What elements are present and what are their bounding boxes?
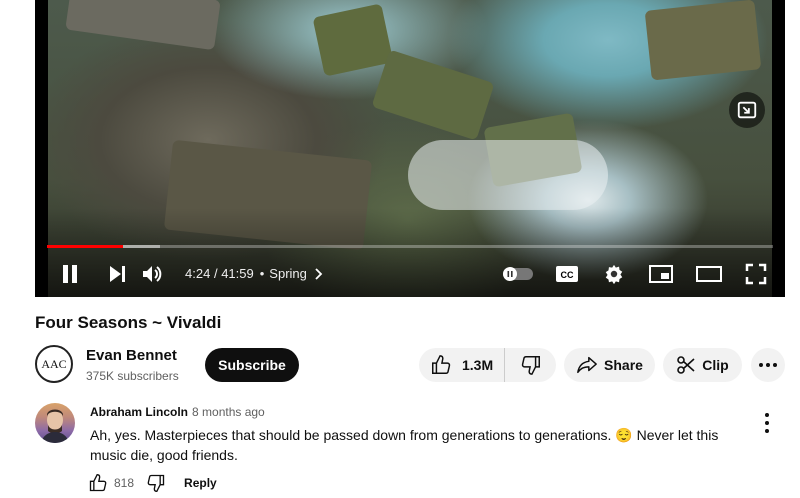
player-controls: 4:24 / 41:59 • Spring CC [35, 250, 785, 297]
menu-dot [765, 429, 769, 433]
fullscreen-button[interactable] [733, 250, 779, 297]
progress-played [47, 245, 124, 248]
video-title: Four Seasons ~ Vivaldi [35, 313, 222, 332]
share-button[interactable]: Share [564, 348, 655, 382]
channel-avatar[interactable]: AAC [35, 345, 73, 383]
subscriber-count: 375K subscribers [86, 369, 179, 383]
share-arrow-icon [577, 356, 597, 374]
dislike-button[interactable] [505, 348, 556, 382]
settings-gear-icon [605, 264, 623, 284]
picture-in-picture-icon [737, 101, 757, 119]
like-button[interactable]: 1.3M [419, 348, 505, 382]
chevron-right-icon [315, 267, 323, 280]
captions-icon: CC [556, 265, 578, 282]
player-right-controls: CC [493, 250, 779, 297]
theater-mode-icon [696, 265, 722, 282]
volume-icon [143, 265, 162, 282]
subscribe-button[interactable]: Subscribe [205, 348, 299, 382]
like-dislike-group: 1.3M [419, 348, 556, 382]
thumbs-up-icon [432, 355, 451, 374]
clip-label: Clip [702, 357, 729, 373]
clip-button[interactable]: Clip [663, 348, 742, 382]
comment-text: Ah, yes. Masterpieces that should be pas… [90, 427, 719, 463]
pause-button[interactable] [35, 250, 105, 297]
picture-in-picture-button[interactable] [729, 92, 765, 128]
reply-button[interactable]: Reply [184, 476, 217, 490]
comment-author-avatar[interactable] [35, 403, 75, 443]
chapter-button[interactable]: • Spring [260, 266, 325, 281]
miniplayer-icon [649, 264, 673, 283]
comment-dislike-icon[interactable] [146, 473, 166, 493]
menu-dot [765, 421, 769, 425]
settings-button[interactable] [591, 250, 637, 297]
channel-avatar-text: AAC [41, 356, 67, 371]
comment-menu-button[interactable] [760, 413, 774, 433]
current-time: 4:24 [185, 266, 211, 281]
scissors-icon [677, 356, 695, 374]
channel-name[interactable]: Evan Bennet [86, 347, 177, 364]
next-icon [110, 265, 125, 282]
time-display: 4:24 / 41:59 [185, 266, 254, 281]
captions-label: CC [561, 270, 574, 280]
next-button[interactable] [105, 250, 129, 297]
duration: 41:59 [221, 266, 254, 281]
theater-mode-button[interactable] [685, 250, 733, 297]
more-horizontal-icon [759, 363, 777, 367]
pause-icon [63, 264, 77, 283]
video-player[interactable]: 4:24 / 41:59 • Spring CC [35, 0, 785, 297]
chapter-label: Spring [269, 266, 307, 281]
menu-dot [765, 413, 769, 417]
thumbs-down-icon [521, 356, 540, 375]
comment-author: Abraham Lincoln 8 months ago [90, 405, 265, 419]
volume-button[interactable] [129, 250, 175, 297]
more-actions-button[interactable] [751, 348, 785, 382]
comment-like-icon[interactable] [88, 473, 108, 493]
comment-timestamp[interactable]: 8 months ago [192, 405, 265, 419]
progress-bar[interactable] [47, 245, 773, 248]
time-separator: / [213, 266, 218, 281]
miniplayer-button[interactable] [637, 250, 685, 297]
autoplay-toggle[interactable] [493, 250, 543, 297]
share-label: Share [604, 357, 643, 373]
comment-actions: 818 Reply [88, 473, 217, 493]
captions-button[interactable]: CC [543, 250, 591, 297]
comment-author-name[interactable]: Abraham Lincoln [90, 405, 188, 419]
comment-like-count: 818 [114, 476, 135, 490]
fullscreen-icon [745, 263, 767, 284]
autoplay-toggle-icon [503, 266, 533, 281]
like-count: 1.3M [462, 357, 494, 373]
chapter-dot: • [259, 266, 265, 281]
portrait-icon [41, 409, 69, 443]
